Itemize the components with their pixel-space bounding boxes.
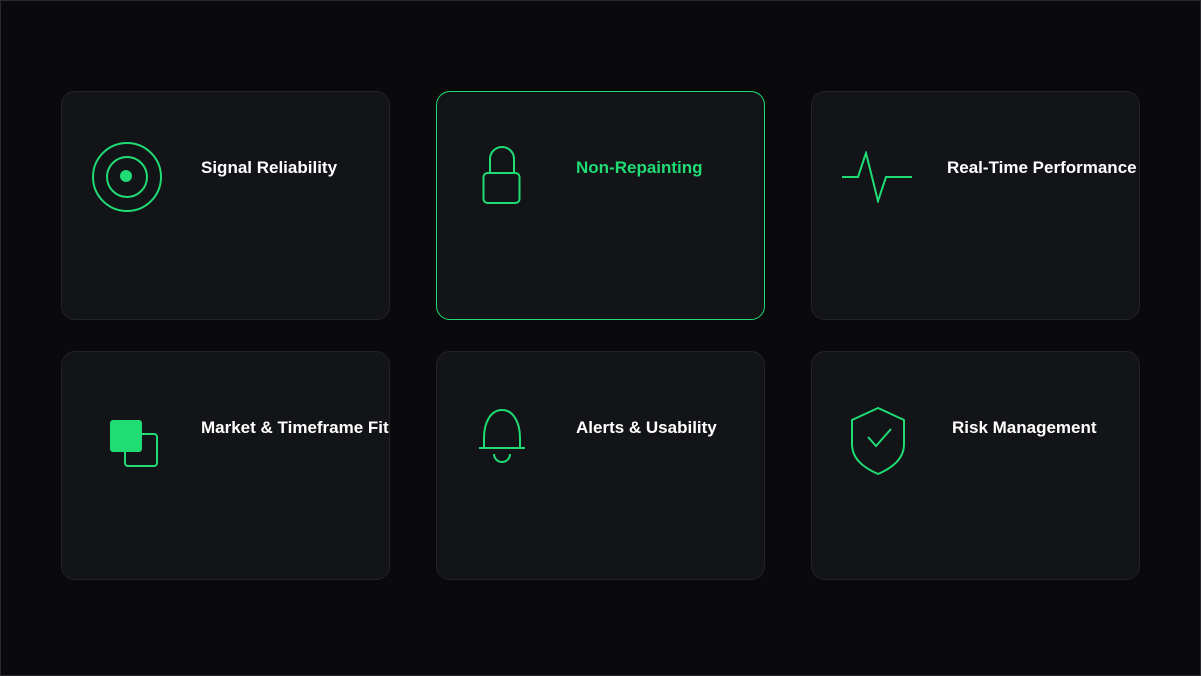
- card-title: Signal Reliability: [201, 158, 338, 177]
- card-title: Risk Management: [952, 418, 1097, 437]
- target-icon: [92, 142, 162, 212]
- layers-icon: [110, 420, 158, 467]
- card-title: Real-Time Performance: [947, 158, 1137, 177]
- feature-card-risk-management[interactable]: Risk Management: [811, 351, 1140, 580]
- card-title: Alerts & Usability: [576, 418, 717, 437]
- feature-card-real-time-performance[interactable]: Real-Time Performance: [811, 91, 1140, 320]
- card-title: Market & Timeframe Fit: [201, 418, 389, 437]
- feature-card-market-timeframe-fit[interactable]: Market & Timeframe Fit: [61, 351, 390, 580]
- feature-card-non-repainting[interactable]: Non-Repainting: [436, 91, 765, 320]
- shield-check-icon: [851, 407, 905, 475]
- feature-card-alerts-usability[interactable]: Alerts & Usability: [436, 351, 765, 580]
- pulse-icon: [842, 151, 912, 203]
- feature-card-signal-reliability[interactable]: Signal Reliability: [61, 91, 390, 320]
- card-title: Non-Repainting: [576, 158, 703, 177]
- lock-icon: [482, 146, 521, 204]
- bell-icon: [479, 408, 525, 463]
